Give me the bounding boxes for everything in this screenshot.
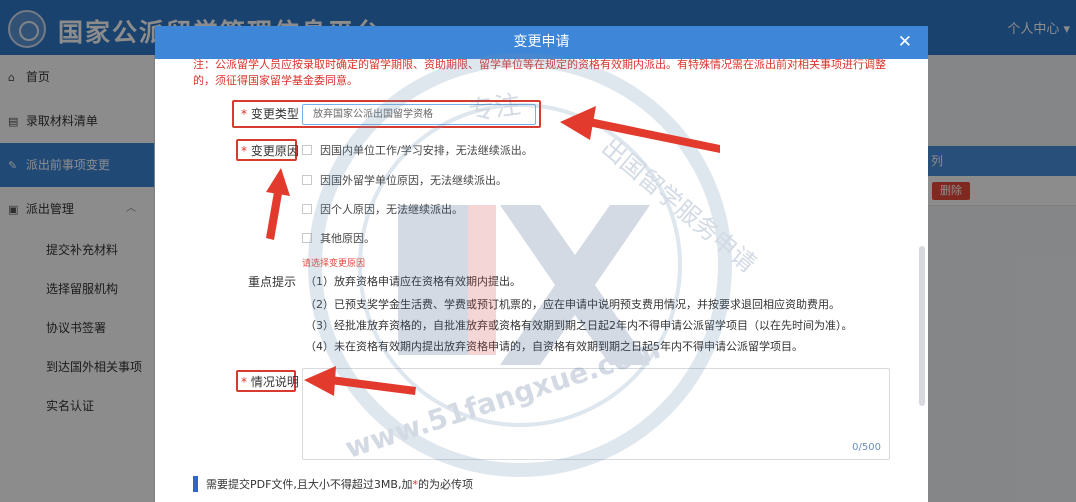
dialog-header: 变更申请 ✕	[155, 26, 928, 59]
reason-error-message: 请选择变更原因	[302, 259, 366, 269]
reason-option-foreign[interactable]: 因国外留学单位原因，无法继续派出。	[302, 172, 507, 190]
tip-line: （4）未在资格有效期内提出放弃资格申请的，自资格有效期到期之日起5年内不得申请公…	[305, 340, 803, 353]
description-label: * 情况说明	[241, 375, 299, 389]
file-upload-note: 需要提交PDF文件,且大小不得超过3MB,加*的为必传项	[193, 476, 473, 492]
change-request-dialog: 变更申请 ✕ 注：公派留学人员应按录取时确定的留学期限、资助期限、留学单位等在规…	[155, 26, 928, 502]
checkbox[interactable]	[302, 204, 312, 214]
dialog-title: 变更申请	[513, 34, 570, 50]
change-type-select[interactable]: 放弃国家公派出国留学资格	[302, 104, 536, 125]
notice-text: 注：公派留学人员应按录取时确定的留学期限、资助期限、留学单位等在规定的资格有效期…	[193, 58, 886, 87]
tips-label: 重点提示	[248, 275, 297, 289]
reason-option-domestic[interactable]: 因国内单位工作/学习安排，无法继续派出。	[302, 142, 533, 160]
section-marker	[193, 476, 198, 492]
checkbox[interactable]	[302, 175, 312, 185]
change-type-label: * 变更类型	[241, 107, 299, 121]
tip-line: （1）放弃资格申请应在资格有效期内提出。	[305, 275, 521, 288]
char-counter: 0/500	[852, 442, 881, 453]
tip-line: （2）已预支奖学金生活费、学费或预订机票的，应在申请中说明预支费用情况，并按要求…	[305, 298, 840, 311]
reason-option-other[interactable]: 其他原因。	[302, 230, 375, 248]
dialog-scrollbar[interactable]	[919, 246, 925, 406]
change-reason-label: * 变更原因	[241, 144, 299, 158]
close-icon[interactable]: ✕	[898, 26, 912, 59]
tip-line: （3）经批准放弃资格的，自批准放弃或资格有效期到期之日起2年内不得申请公派留学项…	[305, 319, 853, 332]
checkbox[interactable]	[302, 145, 312, 155]
checkbox[interactable]	[302, 233, 312, 243]
reason-option-personal[interactable]: 因个人原因，无法继续派出。	[302, 201, 463, 219]
description-textarea[interactable]: 0/500	[302, 368, 890, 460]
